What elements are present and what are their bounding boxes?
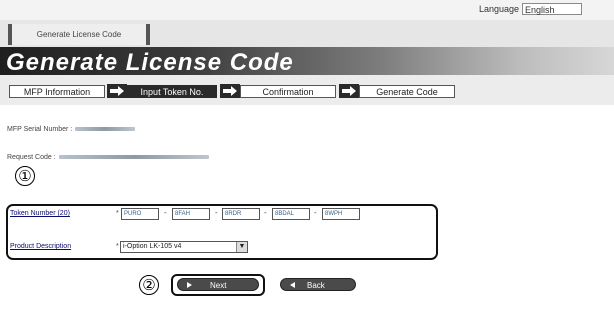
- token-field-4[interactable]: 8BDAL: [272, 208, 310, 220]
- title-band: Generate License Code: [0, 47, 614, 76]
- tab-generate-license-code[interactable]: Generate License Code: [8, 24, 150, 45]
- request-value-redacted: [58, 155, 209, 160]
- next-button[interactable]: Next: [177, 278, 259, 291]
- token-field-5[interactable]: 8WPH: [322, 208, 360, 220]
- token-separator: -: [164, 208, 167, 217]
- step-generate-code: Generate Code: [359, 85, 455, 98]
- page-title: Generate License Code: [6, 49, 294, 76]
- callout-two: ②: [139, 275, 159, 295]
- back-button-label: Back: [307, 281, 325, 290]
- product-description-label: Product Description: [10, 243, 72, 250]
- token-separator: -: [215, 208, 218, 217]
- product-required-mark: *: [116, 243, 119, 250]
- token-separator: -: [314, 208, 317, 217]
- back-button[interactable]: Back: [280, 278, 356, 291]
- token-field-2[interactable]: 8FAH: [172, 208, 210, 220]
- callout-one: ①: [15, 166, 35, 186]
- arrow-right-icon: [339, 84, 359, 98]
- token-number-label: Token Number (20): [10, 210, 70, 217]
- play-right-icon: [187, 282, 192, 288]
- token-separator: -: [264, 208, 267, 217]
- language-selector: Language English: [479, 3, 582, 15]
- product-description-value: i-Option LK-105 v4: [123, 243, 182, 250]
- tab-bar: Generate License Code: [0, 20, 614, 47]
- request-code: Request Code :: [7, 154, 209, 161]
- arrow-right-icon: [107, 84, 127, 98]
- play-left-icon: [290, 282, 295, 288]
- token-field-1[interactable]: PURO: [121, 208, 159, 220]
- step-input-token: Input Token No.: [127, 85, 217, 98]
- step-confirmation: Confirmation: [240, 85, 336, 98]
- token-required-mark: *: [116, 210, 119, 217]
- token-field-3[interactable]: 8RDR: [222, 208, 260, 220]
- next-button-label: Next: [210, 281, 227, 290]
- step-indicator: MFP Information Input Token No. Confirma…: [0, 75, 614, 105]
- serial-label: MFP Serial Number :: [7, 126, 73, 133]
- arrow-right-icon: [220, 84, 240, 98]
- product-description-select[interactable]: i-Option LK-105 v4 ▼: [120, 241, 248, 253]
- mfp-serial-number: MFP Serial Number :: [7, 126, 136, 133]
- top-bar: Language English: [0, 0, 614, 20]
- chevron-down-icon[interactable]: ▼: [236, 242, 247, 252]
- language-label: Language: [478, 4, 519, 14]
- step-mfp-information: MFP Information: [9, 85, 105, 98]
- request-label: Request Code :: [7, 154, 56, 161]
- serial-value-redacted: [75, 127, 136, 132]
- language-select[interactable]: English: [522, 3, 582, 15]
